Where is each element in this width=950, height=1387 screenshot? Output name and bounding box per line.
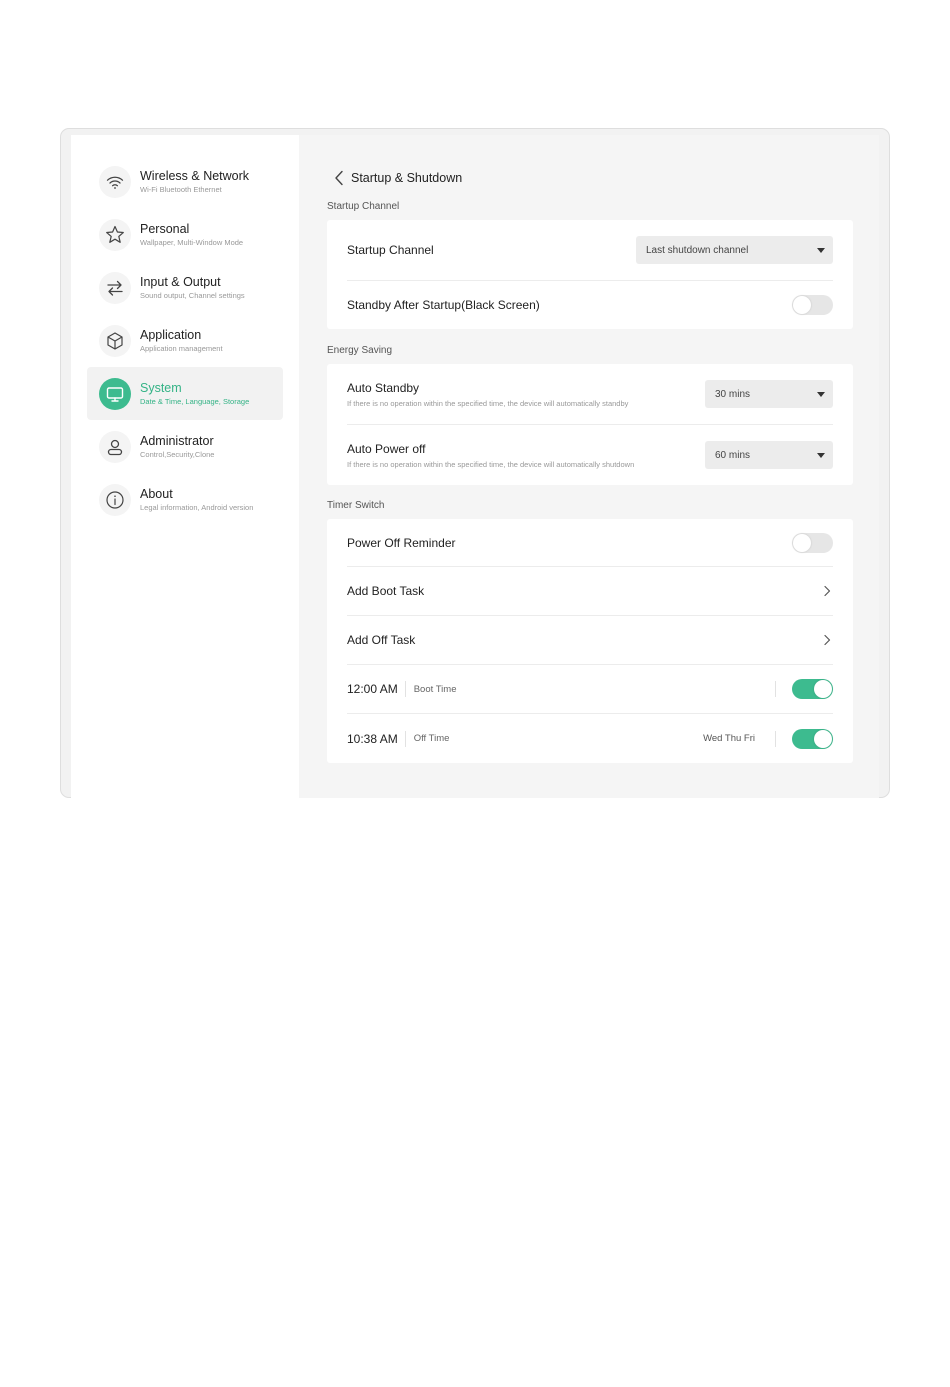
person-icon bbox=[99, 430, 131, 463]
page-header: Startup & Shutdown bbox=[327, 159, 853, 197]
sidebar-item-subtitle: Wallpaper, Multi-Window Mode bbox=[140, 238, 244, 247]
sidebar-item-subtitle: Control,Security,Clone bbox=[140, 450, 215, 459]
sidebar-item-title: Application bbox=[140, 328, 202, 342]
sidebar-item-title: Wireless & Network bbox=[140, 169, 250, 183]
page-title: Startup & Shutdown bbox=[351, 171, 463, 185]
main-panel: Startup & Shutdown Startup Channel Start… bbox=[299, 135, 879, 798]
wifi-icon bbox=[99, 165, 131, 198]
chevron-right-icon bbox=[821, 585, 833, 597]
sidebar-item-administrator[interactable]: Administrator Control,Security,Clone bbox=[87, 420, 283, 473]
sidebar-item-subtitle: Date & Time, Language, Storage bbox=[140, 397, 250, 406]
chevron-right-icon bbox=[821, 634, 833, 646]
auto-power-off-value: 60 mins bbox=[715, 449, 751, 461]
startup-channel-row: Startup Channel Last shutdown channel bbox=[347, 220, 833, 281]
add-boot-task-label: Add Boot Task bbox=[347, 584, 425, 598]
sidebar-item-subtitle: Application management bbox=[140, 344, 223, 353]
caret-down-icon bbox=[817, 247, 825, 253]
back-arrow-icon[interactable] bbox=[329, 168, 349, 188]
swap-arrows-icon bbox=[99, 271, 131, 304]
standby-after-startup-row: Standby After Startup(Black Screen) bbox=[347, 281, 833, 329]
off-task-time: 10:38 AM bbox=[347, 731, 398, 746]
auto-power-off-dropdown[interactable]: 60 mins bbox=[705, 441, 833, 469]
sidebar-item-wireless-network[interactable]: Wireless & Network Wi-Fi Bluetooth Ether… bbox=[87, 155, 283, 208]
sidebar-item-about[interactable]: About Legal information, Android version bbox=[87, 473, 283, 526]
auto-standby-value: 30 mins bbox=[715, 388, 751, 400]
startup-channel-label: Startup Channel bbox=[347, 243, 434, 257]
sidebar-item-title: Input & Output bbox=[140, 275, 221, 289]
sidebar-item-title: About bbox=[140, 487, 173, 501]
auto-standby-description: If there is no operation within the spec… bbox=[347, 398, 629, 408]
startup-channel-dropdown[interactable]: Last shutdown channel bbox=[636, 236, 833, 264]
boot-task-time: 12:00 AM bbox=[347, 682, 398, 696]
auto-power-off-row: Auto Power off If there is no operation … bbox=[347, 425, 833, 485]
section-label-timer-switch: Timer Switch bbox=[327, 500, 385, 511]
power-off-reminder-row: Power Off Reminder bbox=[347, 519, 833, 567]
startup-channel-value: Last shutdown channel bbox=[646, 244, 749, 256]
auto-standby-row: Auto Standby If there is no operation wi… bbox=[347, 364, 833, 425]
auto-standby-label: Auto Standby bbox=[347, 380, 420, 395]
off-task-row: 10:38 AM Off Time Wed Thu Fri bbox=[347, 714, 833, 763]
off-task-days: Wed Thu Fri bbox=[703, 733, 755, 744]
sidebar-item-application[interactable]: Application Application management bbox=[87, 314, 283, 367]
sidebar-item-subtitle: Wi-Fi Bluetooth Ethernet bbox=[140, 185, 222, 194]
monitor-icon bbox=[99, 377, 131, 410]
sidebar-item-subtitle: Legal information, Android version bbox=[140, 503, 254, 512]
auto-standby-dropdown[interactable]: 30 mins bbox=[705, 380, 833, 408]
energy-saving-card: Auto Standby If there is no operation wi… bbox=[327, 364, 853, 485]
startup-channel-card: Startup Channel Last shutdown channel St… bbox=[327, 220, 853, 329]
boot-task-toggle[interactable] bbox=[792, 679, 833, 699]
caret-down-icon bbox=[817, 391, 825, 397]
caret-down-icon bbox=[817, 452, 825, 458]
sidebar-item-title: System bbox=[140, 381, 182, 395]
cube-icon bbox=[99, 324, 131, 357]
sidebar-item-title: Administrator bbox=[140, 434, 214, 448]
add-off-task-label: Add Off Task bbox=[347, 633, 416, 647]
boot-task-type: Boot Time bbox=[413, 683, 457, 695]
power-off-reminder-toggle[interactable] bbox=[792, 532, 833, 553]
auto-power-off-description: If there is no operation within the spec… bbox=[347, 459, 635, 469]
settings-screen: Wireless & Network Wi-Fi Bluetooth Ether… bbox=[71, 135, 879, 798]
add-off-task-row[interactable]: Add Off Task bbox=[347, 616, 833, 665]
boot-task-row: 12:00 AM Boot Time bbox=[347, 665, 833, 714]
off-task-type: Off Time bbox=[413, 733, 450, 744]
timer-switch-card: Power Off Reminder Add Boot Task Add Off… bbox=[327, 519, 853, 763]
sidebar-item-subtitle: Sound output, Channel settings bbox=[140, 291, 245, 300]
device-frame: Wireless & Network Wi-Fi Bluetooth Ether… bbox=[60, 128, 890, 798]
sidebar-item-title: Personal bbox=[140, 222, 190, 236]
add-boot-task-row[interactable]: Add Boot Task bbox=[347, 567, 833, 616]
off-task-toggle[interactable] bbox=[792, 728, 833, 749]
power-off-reminder-label: Power Off Reminder bbox=[347, 535, 456, 550]
sidebar-item-input-output[interactable]: Input & Output Sound output, Channel set… bbox=[87, 261, 283, 314]
auto-power-off-label: Auto Power off bbox=[347, 441, 426, 456]
sidebar: Wireless & Network Wi-Fi Bluetooth Ether… bbox=[71, 135, 299, 798]
star-icon bbox=[99, 218, 131, 251]
info-icon bbox=[99, 483, 131, 516]
section-label-startup-channel: Startup Channel bbox=[327, 201, 400, 212]
sidebar-item-system[interactable]: System Date & Time, Language, Storage bbox=[87, 367, 283, 420]
standby-after-startup-toggle[interactable] bbox=[792, 295, 833, 315]
standby-after-startup-label: Standby After Startup(Black Screen) bbox=[347, 298, 540, 312]
section-label-energy-saving: Energy Saving bbox=[327, 345, 393, 356]
sidebar-item-personal[interactable]: Personal Wallpaper, Multi-Window Mode bbox=[87, 208, 283, 261]
